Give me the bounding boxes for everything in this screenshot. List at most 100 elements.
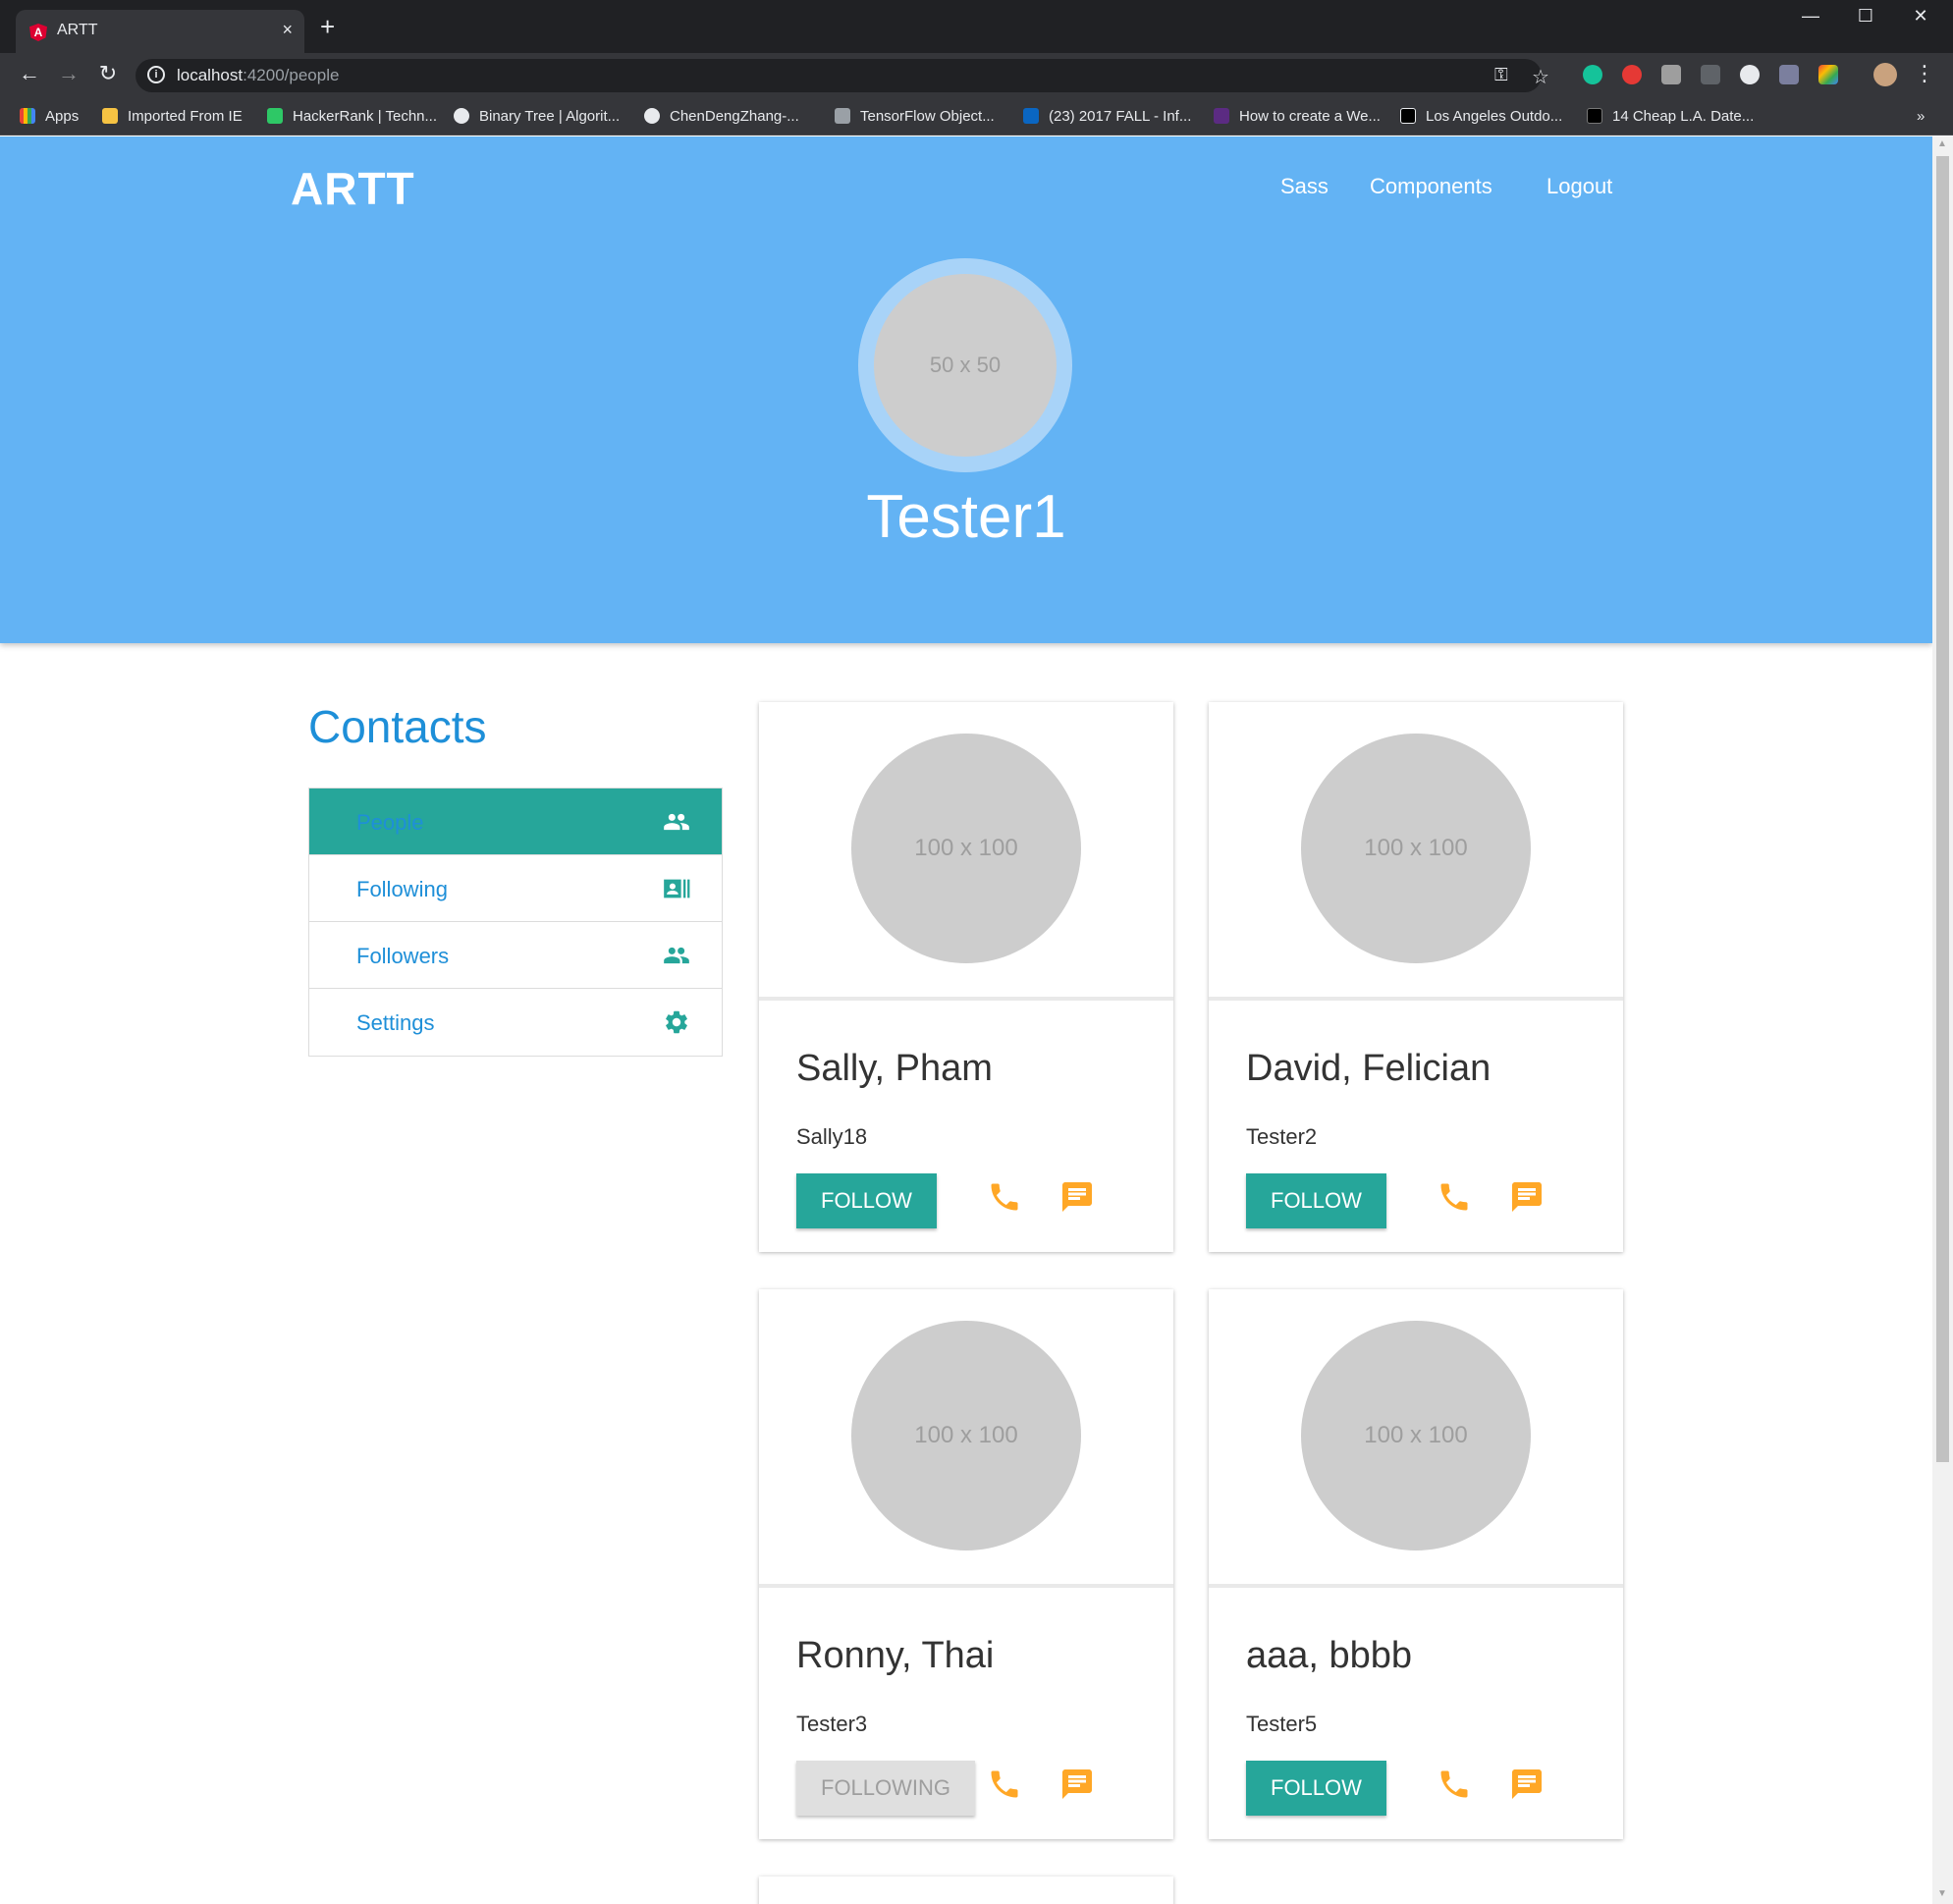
window-minimize-button[interactable]: —	[1791, 6, 1830, 27]
menu-item-label: Followers	[356, 944, 450, 968]
scroll-down-icon[interactable]: ▼	[1937, 1888, 1947, 1899]
nav-link-logout[interactable]: Logout	[1546, 174, 1612, 199]
window-maximize-button[interactable]: ☐	[1846, 6, 1885, 27]
card-image-area: 100 x 100	[759, 1289, 1173, 1588]
following-button[interactable]: FOLLOWING	[796, 1761, 976, 1816]
info-icon[interactable]: i	[147, 66, 165, 83]
forward-arrow-icon[interactable]: →	[55, 61, 82, 86]
angular-favicon-icon: A	[29, 24, 47, 41]
card-image-area: 100 x 100	[1209, 702, 1623, 1001]
window-close-button[interactable]: ✕	[1901, 6, 1940, 27]
contact-card: 100 x 100 Sally, Pham Sally18 FOLLOW	[759, 702, 1173, 1252]
star-icon[interactable]: ☆	[1532, 65, 1549, 89]
page-viewport: ARTT Sass Components Logout 50 x 50 Test…	[0, 136, 1932, 1904]
contact-card: 100 x 100 aaa, bbbb Tester5 FOLLOW	[1209, 1289, 1623, 1839]
extension-icon[interactable]	[1701, 65, 1720, 84]
bookmark-item[interactable]: Apps	[20, 108, 79, 125]
phone-icon[interactable]	[1437, 1179, 1472, 1215]
bookmark-item[interactable]: 14 Cheap L.A. Date...	[1587, 108, 1754, 125]
hero-header: ARTT Sass Components Logout 50 x 50 Test…	[0, 136, 1932, 643]
bookmark-item[interactable]: (23) 2017 FALL - Inf...	[1023, 108, 1191, 125]
hackerrank-icon	[267, 108, 283, 124]
menu-item-following[interactable]: Following	[309, 855, 722, 922]
extension-icon[interactable]	[1818, 65, 1838, 84]
follow-button[interactable]: FOLLOW	[796, 1173, 937, 1228]
adblock-extension-icon[interactable]	[1622, 65, 1642, 84]
grammarly-extension-icon[interactable]	[1583, 65, 1602, 84]
message-icon[interactable]	[1509, 1767, 1545, 1802]
scrollbar-thumb[interactable]	[1936, 156, 1949, 1462]
extension-icon[interactable]	[1779, 65, 1799, 84]
brand-logo[interactable]: ARTT	[291, 162, 415, 215]
page-scrollbar[interactable]: ▲ ▼	[1932, 136, 1953, 1904]
contact-avatar: 100 x 100	[851, 1321, 1081, 1550]
follow-button[interactable]: FOLLOW	[1246, 1173, 1386, 1228]
contact-avatar: 100 x 100	[1301, 734, 1531, 963]
folder-icon	[102, 108, 118, 124]
key-icon[interactable]: ⚿	[1494, 65, 1508, 85]
contact-username: Tester2	[1246, 1124, 1318, 1149]
contact-card	[759, 1877, 1173, 1904]
bookmark-item[interactable]: HackerRank | Techn...	[267, 108, 437, 125]
nav-link-sass[interactable]: Sass	[1280, 174, 1329, 199]
bookmark-label: Imported From IE	[128, 108, 243, 125]
new-tab-button[interactable]: +	[320, 14, 335, 39]
message-icon[interactable]	[1059, 1767, 1095, 1802]
card-image-area: 100 x 100	[759, 702, 1173, 1001]
apps-grid-icon	[20, 108, 35, 124]
bookmark-label: (23) 2017 FALL - Inf...	[1049, 108, 1192, 125]
la-site-icon	[1400, 108, 1416, 124]
nav-link-components[interactable]: Components	[1370, 174, 1492, 199]
bookmarks-bar: Apps Imported From IE HackerRank | Techn…	[0, 98, 1953, 136]
globe-icon	[454, 108, 469, 124]
menu-item-settings[interactable]: Settings	[309, 989, 722, 1056]
contact-card-icon	[664, 879, 690, 898]
bookmark-label: Binary Tree | Algorit...	[479, 108, 621, 125]
browser-tab[interactable]: A ARTT ×	[16, 10, 304, 53]
bookmark-item[interactable]: TensorFlow Object...	[835, 108, 995, 125]
back-arrow-icon[interactable]: ←	[16, 61, 43, 86]
menu-item-label: People	[356, 810, 424, 835]
contact-username: Tester5	[1246, 1712, 1318, 1736]
profile-avatar-ring: 50 x 50	[858, 258, 1072, 472]
address-bar[interactable]: i localhost:4200/people ⚿ ☆	[136, 59, 1549, 92]
profile-avatar[interactable]	[1873, 63, 1897, 86]
contact-card: 100 x 100 David, Felician Tester2 FOLLOW	[1209, 702, 1623, 1252]
phone-icon[interactable]	[987, 1179, 1022, 1215]
contact-card: 100 x 100 Ronny, Thai Tester3 FOLLOWING	[759, 1289, 1173, 1839]
document-icon	[835, 108, 850, 124]
contact-username: Sally18	[796, 1124, 868, 1149]
message-icon[interactable]	[1509, 1179, 1545, 1215]
follow-button[interactable]: FOLLOW	[1246, 1761, 1386, 1816]
tab-close-icon[interactable]: ×	[282, 20, 293, 40]
bookmark-item[interactable]: ChenDengZhang-...	[644, 108, 799, 125]
menu-dots-icon[interactable]: ⋮	[1911, 61, 1938, 86]
phone-icon[interactable]	[987, 1767, 1022, 1802]
contact-avatar: 100 x 100	[1301, 1321, 1531, 1550]
menu-item-label: Following	[356, 877, 448, 901]
contact-name: Ronny, Thai	[796, 1635, 995, 1676]
bookmark-item[interactable]: How to create a We...	[1214, 108, 1381, 125]
menu-item-people[interactable]: People	[309, 789, 722, 855]
scroll-up-icon[interactable]: ▲	[1937, 138, 1947, 149]
profile-avatar: 50 x 50	[874, 274, 1057, 457]
bookmarks-overflow-icon[interactable]: »	[1917, 108, 1925, 125]
extension-icon[interactable]	[1740, 65, 1760, 84]
browser-tabstrip: A ARTT × + — ☐ ✕	[0, 0, 1953, 53]
card-image-area: 100 x 100	[1209, 1289, 1623, 1588]
contact-name: aaa, bbbb	[1246, 1635, 1413, 1676]
contact-name: David, Felician	[1246, 1048, 1492, 1089]
bookmark-item[interactable]: Imported From IE	[102, 108, 243, 125]
reload-icon[interactable]: ↻	[94, 61, 122, 86]
message-icon[interactable]	[1059, 1179, 1095, 1215]
bookmark-label: TensorFlow Object...	[860, 108, 995, 125]
linkedin-icon	[1023, 108, 1039, 124]
bookmark-item[interactable]: Los Angeles Outdo...	[1400, 108, 1562, 125]
bookmark-item[interactable]: Binary Tree | Algorit...	[454, 108, 620, 125]
contact-username: Tester3	[796, 1712, 868, 1736]
phone-icon[interactable]	[1437, 1767, 1472, 1802]
url-text: localhost:4200/people	[177, 66, 339, 85]
menu-item-followers[interactable]: Followers	[309, 922, 722, 989]
browser-toolbar: ← → ↻ i localhost:4200/people ⚿ ☆ ⋮	[0, 53, 1953, 98]
extension-icon[interactable]	[1661, 65, 1681, 84]
